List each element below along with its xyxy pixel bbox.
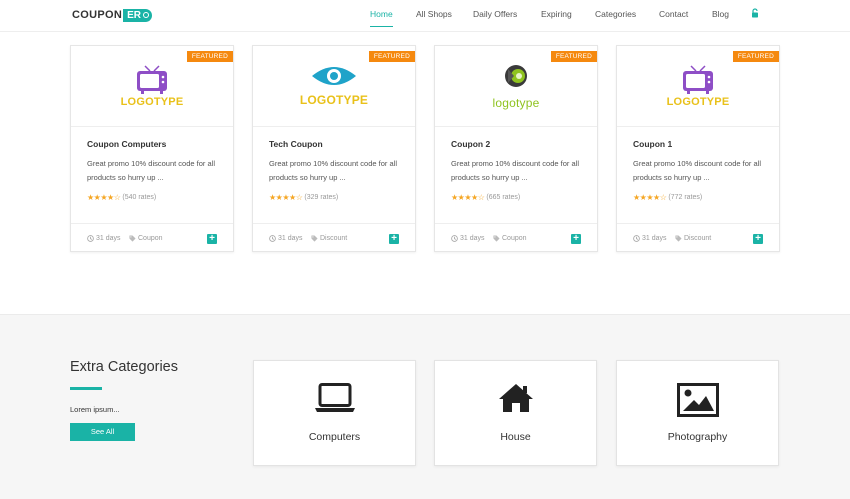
days-meta: 31 days bbox=[269, 235, 303, 242]
add-icon[interactable]: + bbox=[571, 234, 581, 244]
tag-label: Coupon bbox=[502, 235, 527, 242]
rating: ★★★★☆ (665 rates) bbox=[451, 193, 520, 202]
brand-pill: ER bbox=[123, 8, 152, 22]
days-meta: 31 days bbox=[633, 235, 667, 242]
clock-icon bbox=[269, 235, 276, 242]
category-label: Photography bbox=[667, 431, 728, 443]
tag-icon bbox=[675, 235, 682, 242]
brand-name: COUPON bbox=[72, 9, 123, 21]
card-title[interactable]: Coupon Computers bbox=[87, 139, 166, 149]
card-footer: 31 days Discount + bbox=[617, 223, 779, 252]
featured-badge: FEATURED bbox=[732, 51, 779, 62]
tag-icon bbox=[129, 235, 136, 242]
days-meta: 31 days bbox=[87, 235, 121, 242]
star-rating-icon: ★★★★☆ bbox=[633, 193, 667, 202]
coupon-card[interactable]: FEATURED logotype Coupon 2 Great promo 1… bbox=[434, 45, 598, 252]
clock-icon bbox=[87, 235, 94, 242]
rating: ★★★★☆ (772 rates) bbox=[633, 193, 702, 202]
section-description: Lorem ipsum... bbox=[70, 405, 120, 414]
category-label: House bbox=[500, 431, 531, 443]
laptop-icon bbox=[254, 383, 415, 417]
coupon-card[interactable]: FEATURED LOGOTYPE Tech Coupon Great prom… bbox=[252, 45, 416, 252]
extra-categories-section: Extra Categories Lorem ipsum... See All … bbox=[0, 314, 850, 499]
logo-text: LOGOTYPE bbox=[666, 96, 730, 108]
card-image-area: FEATURED LOGOTYPE bbox=[71, 46, 233, 127]
card-image-area: FEATURED LOGOTYPE bbox=[253, 46, 415, 127]
rates-count: (772 rates) bbox=[668, 194, 703, 201]
logo-text: LOGOTYPE bbox=[120, 96, 184, 108]
card-title[interactable]: Coupon 2 bbox=[451, 139, 490, 149]
clock-icon bbox=[451, 235, 458, 242]
section-title: Extra Categories bbox=[70, 359, 178, 375]
card-footer: 31 days Discount + bbox=[253, 223, 415, 252]
category-label: Computers bbox=[308, 431, 361, 443]
nav-contact[interactable]: Contact bbox=[659, 9, 688, 19]
card-footer: 31 days Coupon + bbox=[435, 223, 597, 252]
coupon-card[interactable]: FEATURED LOGOTYPE Coupon Computers Great… bbox=[70, 45, 234, 252]
nav-categories[interactable]: Categories bbox=[595, 9, 636, 19]
tag-label: Discount bbox=[320, 235, 348, 242]
brand-pill-text: ER bbox=[127, 9, 141, 21]
featured-badge: FEATURED bbox=[368, 51, 415, 62]
house-icon bbox=[435, 383, 596, 417]
rates-count: (540 rates) bbox=[122, 194, 157, 201]
featured-badge: FEATURED bbox=[550, 51, 597, 62]
featured-badge: FEATURED bbox=[186, 51, 233, 62]
lock-icon[interactable] bbox=[751, 8, 759, 18]
nav-daily-offers[interactable]: Daily Offers bbox=[473, 9, 517, 19]
nav-blog[interactable]: Blog bbox=[712, 9, 729, 19]
tag-label: Coupon bbox=[138, 235, 163, 242]
card-image-area: FEATURED logotype bbox=[435, 46, 597, 127]
see-all-button[interactable]: See All bbox=[70, 423, 135, 441]
category-card-house[interactable]: House bbox=[434, 360, 597, 466]
logo-text: logotype bbox=[492, 96, 540, 110]
rates-count: (665 rates) bbox=[486, 194, 521, 201]
card-description: Great promo 10% discount code for all pr… bbox=[269, 159, 397, 182]
top-nav: COUPON ER Home All Shops Daily Offers Ex… bbox=[0, 0, 850, 32]
card-footer: 31 days Coupon + bbox=[71, 223, 233, 252]
nav-expiring[interactable]: Expiring bbox=[541, 9, 572, 19]
tag-meta[interactable]: Discount bbox=[675, 235, 711, 242]
category-card-photography[interactable]: Photography bbox=[616, 360, 779, 466]
nav-all-shops[interactable]: All Shops bbox=[416, 9, 452, 19]
add-icon[interactable]: + bbox=[389, 234, 399, 244]
nav-home[interactable]: Home bbox=[370, 9, 393, 27]
card-description: Great promo 10% discount code for all pr… bbox=[451, 159, 579, 182]
brand-logo[interactable]: COUPON ER bbox=[72, 8, 152, 22]
days-left: 31 days bbox=[278, 235, 303, 242]
add-icon[interactable]: + bbox=[207, 234, 217, 244]
star-rating-icon: ★★★★☆ bbox=[87, 193, 121, 202]
brand-dot-icon bbox=[143, 12, 149, 18]
tag-meta[interactable]: Coupon bbox=[493, 235, 527, 242]
card-image-area: FEATURED LOGOTYPE bbox=[617, 46, 779, 127]
tag-icon bbox=[311, 235, 318, 242]
days-left: 31 days bbox=[642, 235, 667, 242]
card-description: Great promo 10% discount code for all pr… bbox=[87, 159, 215, 182]
picture-icon bbox=[617, 383, 778, 417]
coupon-card[interactable]: FEATURED LOGOTYPE Coupon 1 Great promo 1… bbox=[616, 45, 780, 252]
tag-meta[interactable]: Coupon bbox=[129, 235, 163, 242]
card-description: Great promo 10% discount code for all pr… bbox=[633, 159, 761, 182]
rating: ★★★★☆ (329 rates) bbox=[269, 193, 338, 202]
star-rating-icon: ★★★★☆ bbox=[451, 193, 485, 202]
tag-icon bbox=[493, 235, 500, 242]
rating: ★★★★☆ (540 rates) bbox=[87, 193, 156, 202]
days-left: 31 days bbox=[96, 235, 121, 242]
category-card-computers[interactable]: Computers bbox=[253, 360, 416, 466]
card-title[interactable]: Tech Coupon bbox=[269, 139, 323, 149]
card-title[interactable]: Coupon 1 bbox=[633, 139, 672, 149]
add-icon[interactable]: + bbox=[753, 234, 763, 244]
days-left: 31 days bbox=[460, 235, 485, 242]
tag-label: Discount bbox=[684, 235, 712, 242]
days-meta: 31 days bbox=[451, 235, 485, 242]
tag-meta[interactable]: Discount bbox=[311, 235, 347, 242]
clock-icon bbox=[633, 235, 640, 242]
rates-count: (329 rates) bbox=[304, 194, 339, 201]
logo-text: LOGOTYPE bbox=[299, 93, 369, 107]
star-rating-icon: ★★★★☆ bbox=[269, 193, 303, 202]
title-underline bbox=[70, 387, 102, 390]
